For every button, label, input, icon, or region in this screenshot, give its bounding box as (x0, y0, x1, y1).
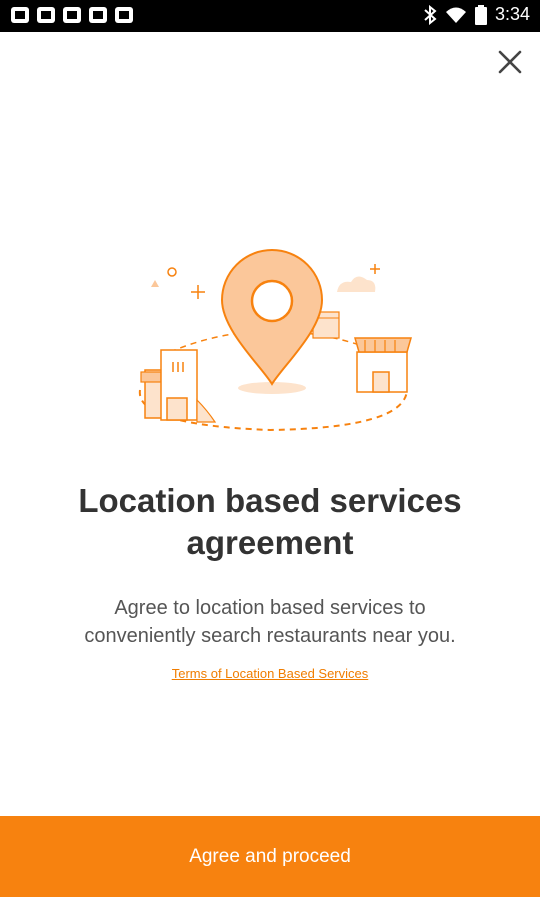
close-icon (498, 50, 522, 74)
agree-and-proceed-button[interactable]: Agree and proceed (0, 816, 540, 897)
app-notification-icon (63, 7, 81, 23)
app-notification-icon (115, 7, 133, 23)
title-line-1: Location based services (78, 482, 462, 519)
app-notification-icon (11, 7, 29, 23)
description-line-1: Agree to location based services to (114, 597, 426, 619)
close-button[interactable] (492, 44, 528, 80)
description: Agree to location based services to conv… (30, 594, 510, 650)
page-title: Location based services agreement (30, 480, 510, 564)
location-pin-illustration (138, 249, 412, 432)
wifi-icon (445, 7, 466, 23)
status-time: 3:34 (494, 4, 530, 24)
status-bar: 3:34 (0, 0, 540, 32)
description-line-2: conveniently search restaurants near you… (84, 625, 456, 647)
status-system-icons: 3:34 (423, 4, 530, 25)
terms-link[interactable]: Terms of Location Based Services (0, 666, 540, 681)
status-notification-icons (10, 6, 134, 24)
bluetooth-icon (424, 4, 437, 25)
app-notification-icon (89, 7, 107, 23)
app-notification-icon (37, 7, 55, 23)
title-line-2: agreement (186, 524, 354, 561)
battery-icon (474, 4, 487, 25)
